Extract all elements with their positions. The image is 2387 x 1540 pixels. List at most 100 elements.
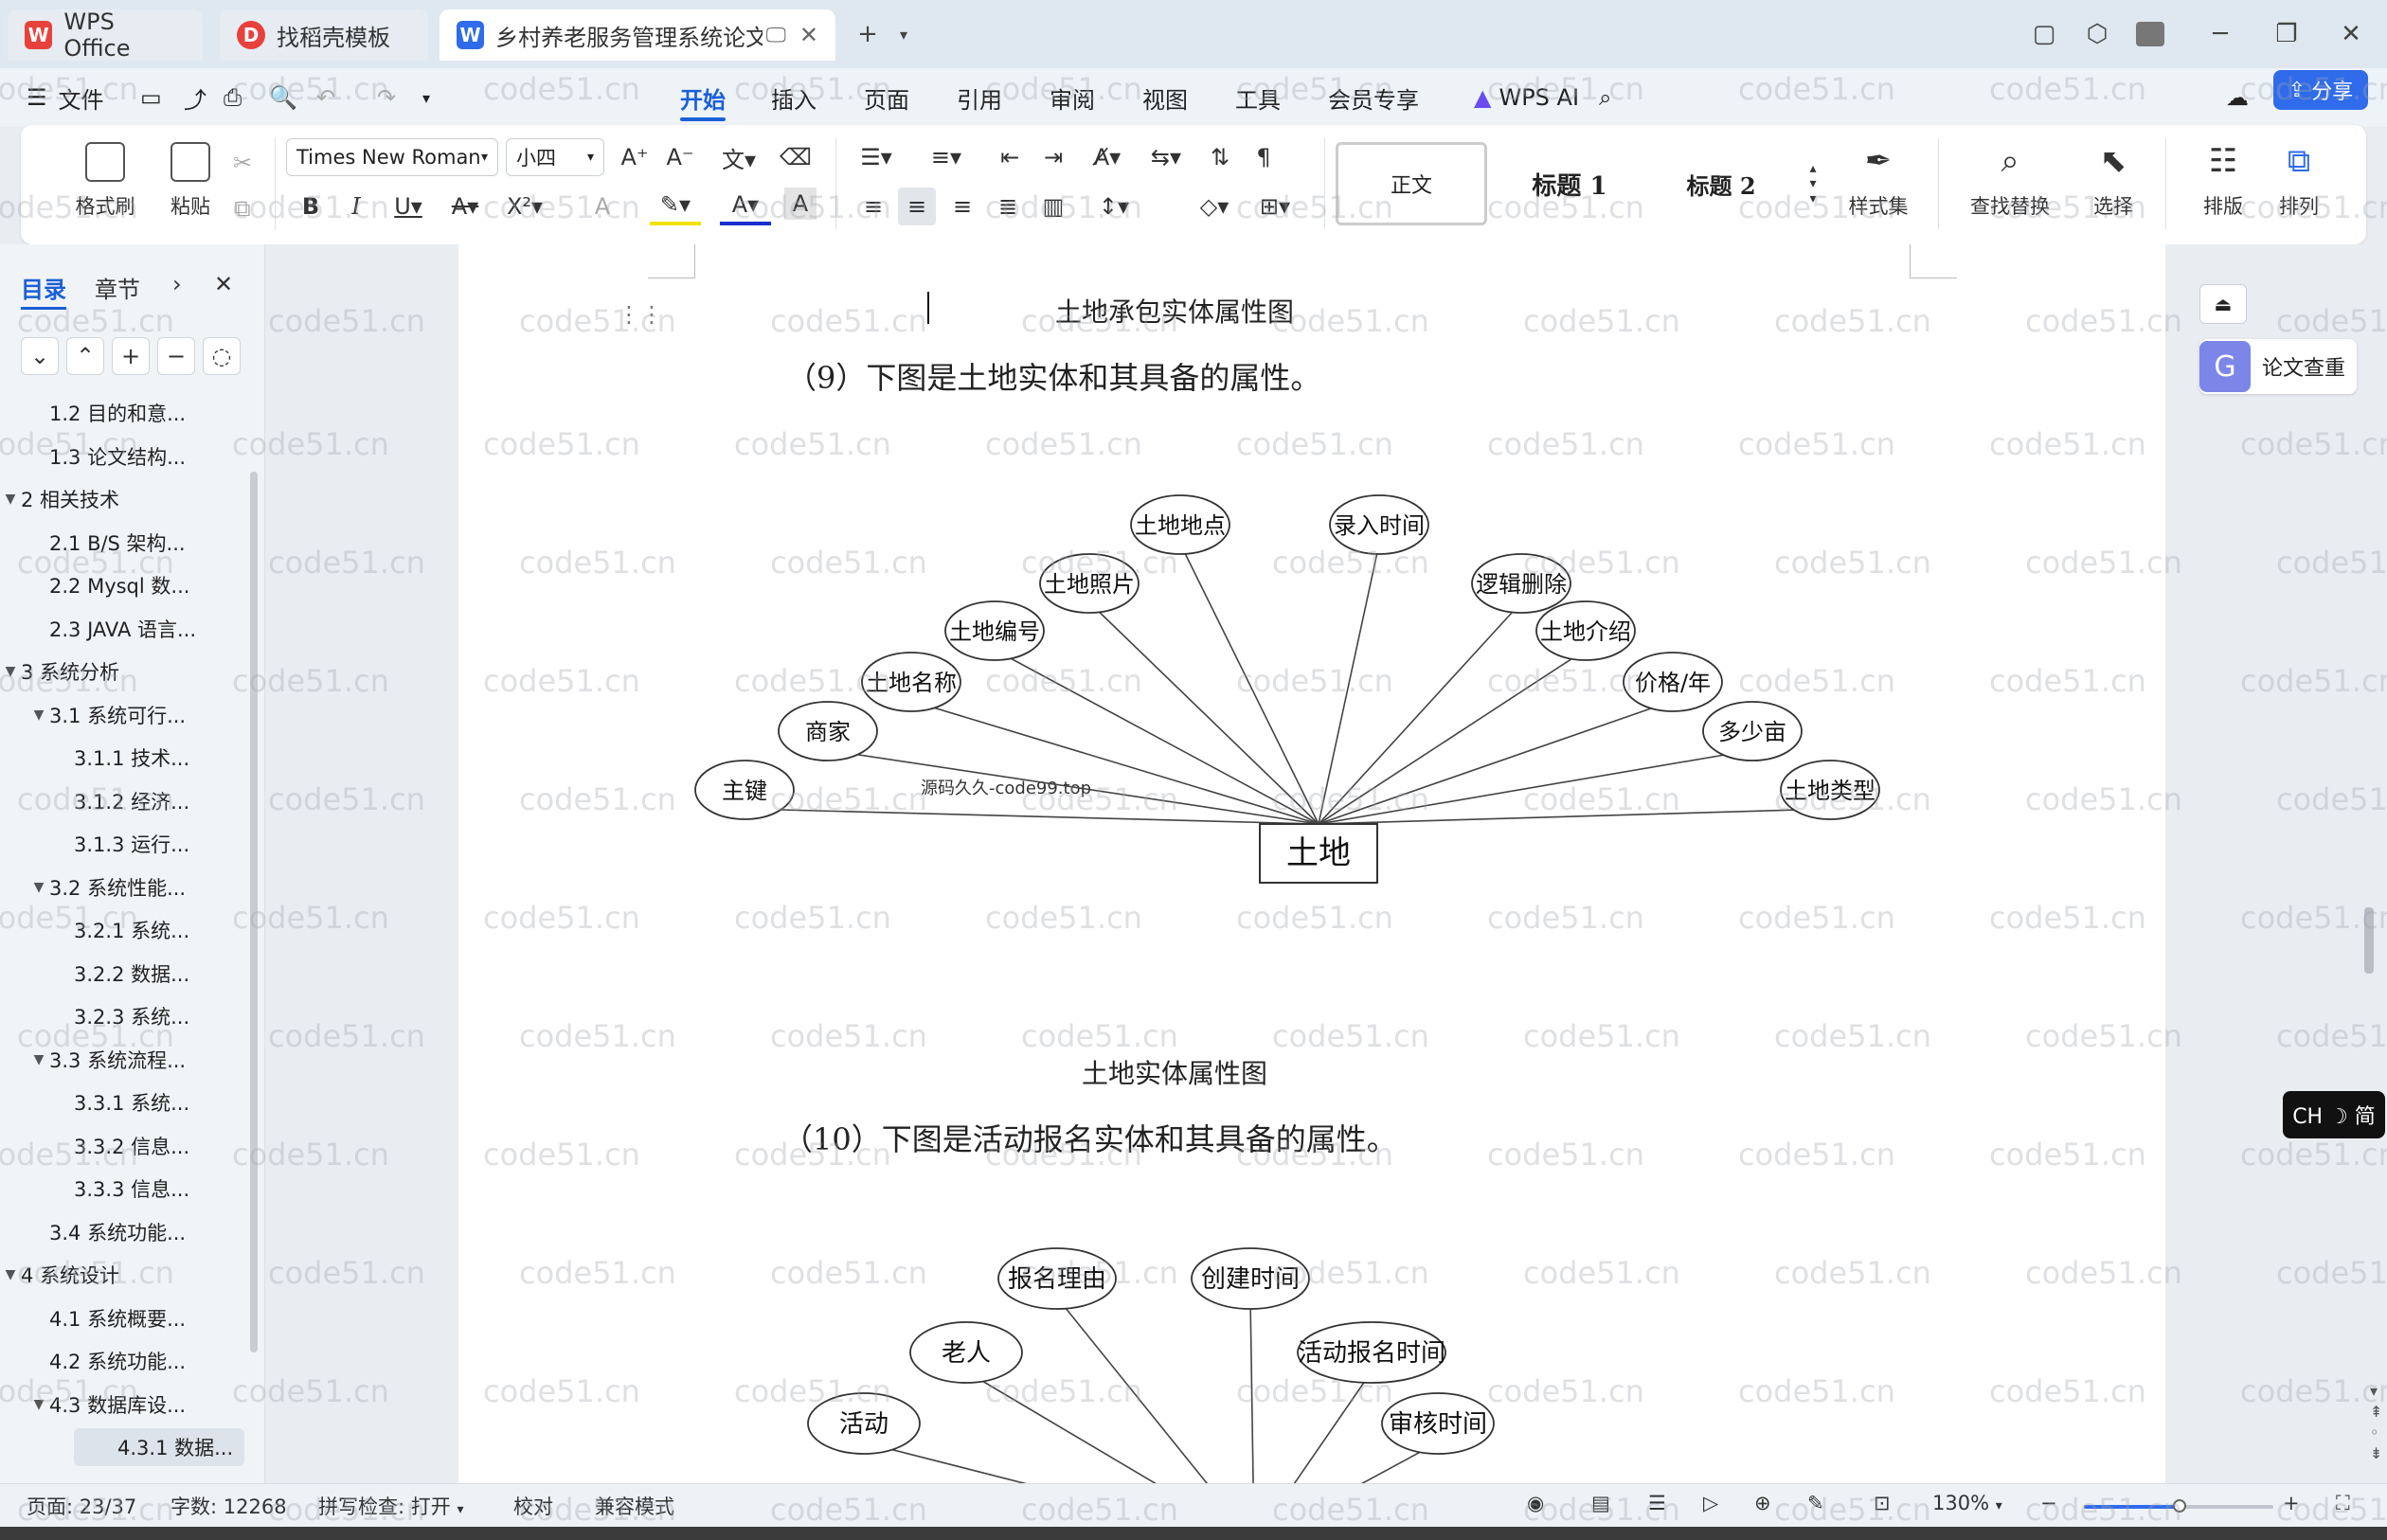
font-shrink-icon[interactable]: A⁻	[661, 138, 699, 176]
paste-button[interactable]: 粘贴	[148, 142, 233, 220]
copy-icon[interactable]: ⧉	[224, 189, 261, 227]
window-layout-icon[interactable]: ▢	[2023, 15, 2065, 53]
shading-icon[interactable]: ◇▾	[1188, 188, 1241, 225]
toc-item[interactable]: 1.3 论文结构...	[0, 438, 248, 475]
toc-item[interactable]: 3.2.3 系统...	[0, 997, 248, 1035]
sort-icon[interactable]: ⇅	[1201, 138, 1239, 176]
expand-triangle-icon[interactable]: ▼	[28, 880, 49, 895]
align-center-icon[interactable]: ≡	[898, 188, 936, 225]
spell-check-toggle[interactable]: 拼写检查: 打开 ▾	[318, 1492, 463, 1520]
toc-item[interactable]: 1.2 目的和意...	[0, 394, 248, 432]
toc-item[interactable]: 2.3 JAVA 语言...	[0, 610, 248, 648]
word-count[interactable]: 字数: 12268	[170, 1492, 287, 1520]
toc-item[interactable]: ▼ 3.3 系统流程...	[0, 1041, 248, 1079]
font-name-select[interactable]: Times New Roman ▾	[286, 138, 498, 176]
close-pane-icon[interactable]: ✕	[214, 271, 233, 297]
clear-format-icon[interactable]: ⌫	[777, 138, 815, 176]
highlight-icon[interactable]: ✎▾	[650, 188, 701, 225]
decrease-indent-icon[interactable]: ⇤	[991, 138, 1029, 176]
fullscreen-icon[interactable]: ⛶	[2336, 1492, 2350, 1515]
toc-item[interactable]: 3.3.2 信息...	[0, 1127, 248, 1165]
toc-item[interactable]: 3.2.1 系统...	[0, 911, 248, 949]
document-scrollbar[interactable]	[2364, 907, 2374, 974]
tab-wps-office[interactable]: W WPS Office	[8, 9, 203, 62]
ime-indicator[interactable]: CH ☽ 简	[2283, 1091, 2385, 1138]
zoom-slider-thumb[interactable]	[2173, 1499, 2186, 1513]
toc-item[interactable]: 4.3.1 数据...	[74, 1428, 244, 1466]
expand-triangle-icon[interactable]: ▼	[28, 707, 49, 723]
plagiarism-check-button[interactable]: G 论文查重	[2199, 339, 2357, 394]
menu-reference[interactable]: 引用	[957, 78, 1002, 117]
toc-item[interactable]: 3.4 系统功能...	[0, 1213, 248, 1251]
expand-triangle-icon[interactable]: ▼	[0, 492, 21, 507]
collapse-panel-icon[interactable]: ⏏	[2199, 284, 2247, 324]
align-left-icon[interactable]: ≡	[854, 188, 892, 225]
format-painter-button[interactable]: 格式刷	[63, 142, 148, 220]
text-effect-icon[interactable]: A	[583, 188, 621, 225]
menu-start[interactable]: 开始	[680, 78, 726, 121]
menu-view[interactable]: 视图	[1142, 78, 1188, 117]
toc-item[interactable]: 2.1 B/S 架构...	[0, 524, 248, 562]
close-window-icon[interactable]: ✕	[2330, 15, 2372, 53]
page-view-icon[interactable]: ▤	[1591, 1492, 1610, 1514]
distributed-icon[interactable]: ▥	[1034, 188, 1072, 225]
convert-icon[interactable]: ⇆▾	[1142, 138, 1190, 176]
zoom-in-icon[interactable]: +	[2283, 1492, 2300, 1514]
expand-triangle-icon[interactable]: ▼	[28, 1052, 49, 1067]
find-replace-button[interactable]: ⌕ 查找替换	[1955, 142, 2065, 220]
export-icon[interactable]: ⤴	[184, 78, 206, 117]
minimize-icon[interactable]: ─	[2199, 15, 2241, 53]
superscript-icon[interactable]: X²▾	[498, 188, 551, 225]
page-indicator[interactable]: 页面: 23/37	[27, 1492, 136, 1520]
toc-item[interactable]: 3.2.2 数据...	[0, 955, 248, 993]
toc-item[interactable]: ▼ 3.2 系统性能...	[0, 868, 248, 906]
share-button[interactable]: ⇪ 分享	[2273, 70, 2368, 110]
zoom-slider[interactable]	[2084, 1499, 2273, 1513]
print-preview-icon[interactable]: 🔍	[269, 78, 297, 117]
menu-tools[interactable]: 工具	[1235, 78, 1281, 117]
show-marks-icon[interactable]: ¶	[1245, 138, 1283, 176]
bold-icon[interactable]: B	[292, 188, 330, 225]
tab-toc[interactable]: 目录	[21, 271, 66, 310]
close-tab-icon[interactable]: ✕	[799, 22, 818, 48]
tab-list-dropdown-icon[interactable]: ▾	[883, 15, 924, 53]
toc-item[interactable]: 4.2 系统功能...	[0, 1342, 248, 1380]
expand-triangle-icon[interactable]: ▼	[28, 1397, 49, 1412]
style-normal[interactable]: 正文	[1336, 142, 1487, 225]
underline-icon[interactable]: U▾	[385, 188, 432, 225]
toc-item[interactable]: 4.1 系统概要...	[0, 1299, 248, 1337]
avatar[interactable]	[2129, 15, 2171, 53]
toc-item[interactable]: 3.1.1 技术...	[0, 739, 248, 777]
borders-icon[interactable]: ⊞▾	[1248, 188, 1301, 225]
wps-ai-button[interactable]: ▲ WPS AI	[1474, 78, 1579, 117]
toc-item[interactable]: ▼ 4.3 数据库设...	[0, 1386, 248, 1424]
strikethrough-icon[interactable]: A▾	[441, 188, 489, 225]
drag-handle-icon[interactable]: ⋮⋮	[618, 301, 663, 328]
toc-item[interactable]: ▼ 3.1 系统可行...	[0, 696, 248, 734]
font-grow-icon[interactable]: A⁺	[616, 138, 654, 176]
font-size-select[interactable]: 小四 ▾	[506, 138, 604, 176]
bullet-list-icon[interactable]: ☰▾	[852, 138, 900, 176]
phonetic-icon[interactable]: 文▾	[712, 138, 765, 176]
print-icon[interactable]: ⎙	[224, 78, 242, 117]
sidebar-scrollbar[interactable]	[250, 472, 258, 1352]
web-view-icon[interactable]: ⊕	[1754, 1492, 1771, 1514]
play-icon[interactable]: ▷	[1703, 1492, 1718, 1514]
page-nav-icons[interactable]: ▾ ⇞ ◦ ⇟	[2370, 1381, 2382, 1464]
char-shading-icon[interactable]: A	[784, 188, 817, 220]
collapse-all-icon[interactable]: ⌄	[21, 337, 59, 375]
toc-item[interactable]: ▼ 3 系统分析	[0, 653, 248, 690]
tab-sections[interactable]: 章节	[95, 271, 140, 304]
expand-triangle-icon[interactable]: ▼	[0, 664, 21, 679]
toc-item[interactable]: 3.3.1 系统...	[0, 1083, 248, 1121]
style-heading-2[interactable]: 标题 2	[1650, 142, 1792, 225]
toc-item[interactable]: 2.2 Mysql 数...	[0, 566, 248, 604]
toc-item[interactable]: 3.1.3 运行...	[0, 825, 248, 863]
toc-more-icon[interactable]: ◌	[203, 337, 241, 375]
increase-indent-icon[interactable]: ⇥	[1034, 138, 1072, 176]
eye-protect-icon[interactable]: ◉	[1527, 1492, 1544, 1514]
font-color-icon[interactable]: A▾	[720, 188, 771, 225]
document-page[interactable]: ⋮⋮ 土地承包实体属性图 （9）下图是土地实体和其具备的属性。 源码久久-cod…	[458, 244, 2167, 1483]
menu-member[interactable]: 会员专享	[1328, 78, 1419, 117]
menu-insert[interactable]: 插入	[771, 78, 817, 117]
